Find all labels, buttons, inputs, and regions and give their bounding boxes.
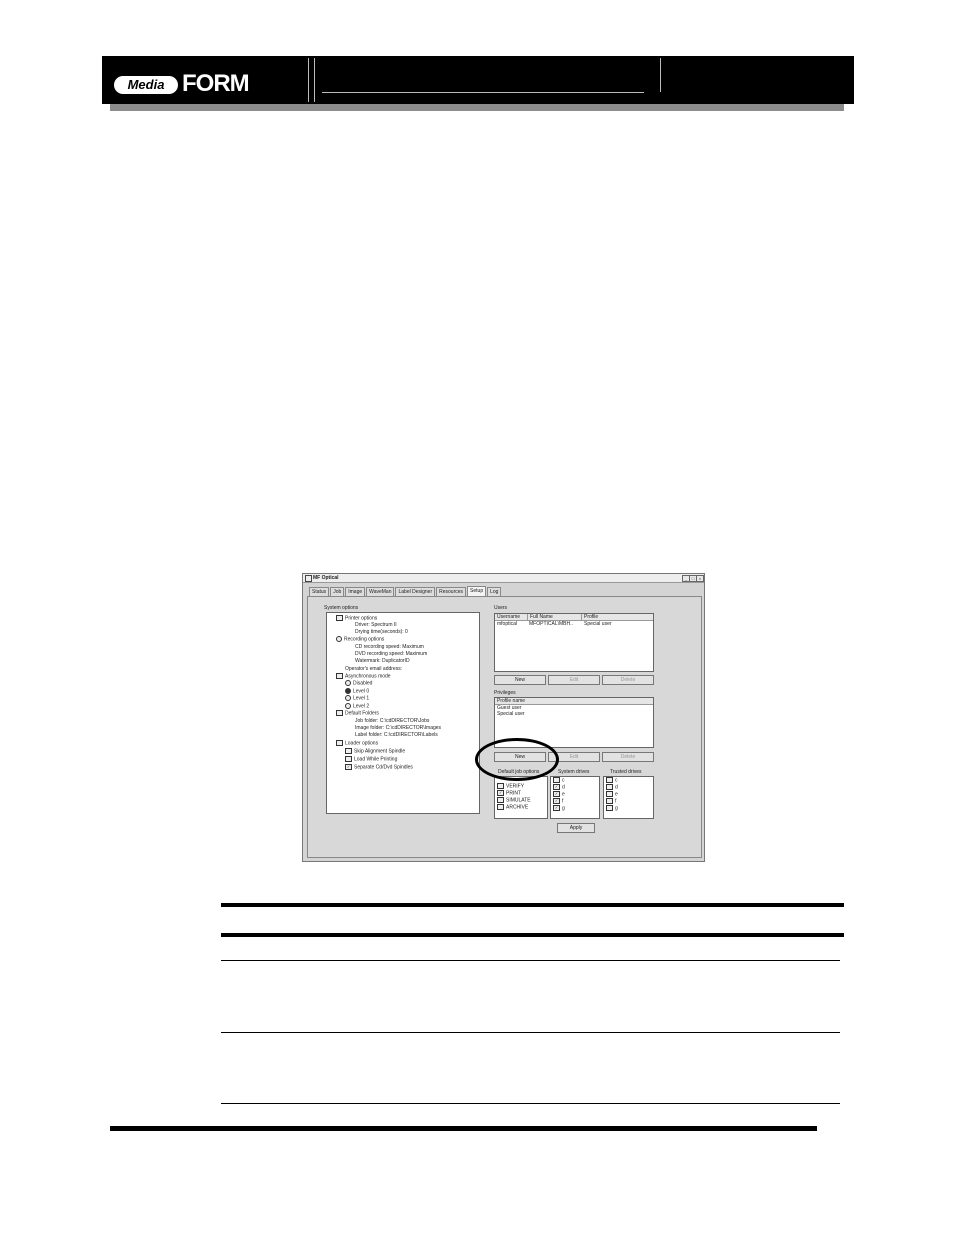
- tree-item-dvd-speed[interactable]: DVD recording speed: Maximum: [355, 651, 427, 657]
- mode-icon: [336, 673, 343, 679]
- disc-icon: [336, 636, 342, 642]
- tree-item-asynchronous-mode[interactable]: Asynchronous mode: [336, 673, 391, 679]
- users-edit-button[interactable]: Edit: [548, 675, 600, 685]
- system-options-tree[interactable]: Printer options Driver: Spectrum II Dryi…: [326, 612, 480, 814]
- user-profile[interactable]: Special user: [584, 621, 612, 627]
- tree-item-driver[interactable]: Driver: Spectrum II: [355, 622, 397, 628]
- user-full-name[interactable]: MFOPTICAL\MBH..: [529, 621, 573, 627]
- checkbox-icon: [345, 756, 352, 762]
- logo-media-text: Media: [114, 76, 178, 94]
- app-icon: [305, 575, 312, 582]
- tree-item-label-folder[interactable]: Label folder: C:\cdDIRECTOR\Labels: [355, 732, 438, 738]
- tree-item-image-folder[interactable]: Image folder: C:\cdDIRECTOR\Images: [355, 725, 441, 731]
- checkbox-icon: [606, 784, 613, 790]
- logo-form-text: FORM: [182, 70, 250, 97]
- checkbox-checked-icon: ✓: [553, 791, 560, 797]
- header-divider: [314, 58, 315, 102]
- printer-icon: [336, 615, 343, 621]
- checkbox-skip-alignment[interactable]: Skip Alignment Spindle: [345, 748, 405, 754]
- privilege-row[interactable]: Special user: [497, 711, 525, 717]
- privileges-label: Privileges: [494, 690, 516, 696]
- tree-item-operator-email[interactable]: Operator's email address:: [345, 666, 402, 672]
- radio-disabled[interactable]: Disabled: [345, 680, 372, 686]
- checkbox-icon: [606, 805, 613, 811]
- header-divider: [308, 58, 309, 102]
- close-button[interactable]: ×: [696, 575, 704, 582]
- table-row-rule: [221, 960, 840, 961]
- header-underline: [322, 92, 644, 93]
- window-title: MF Optical: [313, 575, 339, 581]
- radio-selected-icon: [345, 688, 351, 694]
- radio-icon: [345, 680, 351, 686]
- header-divider: [660, 58, 661, 92]
- table-header-rule: [221, 933, 844, 937]
- trusted-drives-label: Trusted drives: [610, 769, 642, 775]
- tree-item-watermark[interactable]: Watermark: DuplicatorID: [355, 658, 410, 664]
- setup-panel: System options Printer options Driver: S…: [307, 596, 702, 858]
- trusted-drives-box: c d e f g: [603, 776, 654, 819]
- checkbox-icon: [606, 777, 613, 783]
- checkbox-checked-icon: ✓: [553, 784, 560, 790]
- checkbox-checked-icon: ✓: [553, 805, 560, 811]
- radio-level-0[interactable]: Level 0: [345, 688, 369, 694]
- tree-item-loader-options[interactable]: Loader options: [336, 740, 378, 746]
- column-header-full-name[interactable]: Full Name: [528, 614, 582, 621]
- app-window-screenshot: MF Optical _ □ × Status Job Image WaveMa…: [302, 573, 705, 862]
- checkbox-checked-icon: ✓: [553, 798, 560, 804]
- tree-item-printer-options[interactable]: Printer options: [336, 615, 377, 621]
- folder-icon: [336, 710, 343, 716]
- radio-level-1[interactable]: Level 1: [345, 695, 369, 701]
- checkbox-icon: [606, 798, 613, 804]
- column-header-username[interactable]: Username: [495, 614, 528, 621]
- job-option-archive[interactable]: ARCHIVE: [497, 804, 528, 811]
- table-row-rule: [221, 1103, 840, 1104]
- checkbox-icon: [497, 797, 504, 803]
- users-new-button[interactable]: New: [494, 675, 546, 685]
- column-header-profile-name[interactable]: Profile name: [495, 698, 653, 705]
- trusted-drive-g[interactable]: g: [606, 805, 618, 812]
- default-job-options-box: VERIFY ✓ PRINT SIMULATE ARCHIVE: [494, 776, 548, 819]
- tree-item-cd-speed[interactable]: CD recording speed: Maximum: [355, 644, 424, 650]
- table-top-rule: [221, 903, 844, 907]
- checkbox-checked-icon: ✓: [497, 790, 504, 796]
- tree-item-job-folder[interactable]: Job folder: C:\cdDIRECTOR\Jobs: [355, 718, 429, 724]
- column-header-profile[interactable]: Profile: [582, 614, 653, 621]
- system-drive-g[interactable]: ✓ g: [553, 805, 565, 812]
- tree-item-drying-time[interactable]: Drying time(seconds): 0: [355, 629, 408, 635]
- checkbox-icon: [497, 804, 504, 810]
- window-titlebar: MF Optical _ □ ×: [303, 574, 704, 583]
- checkbox-icon: [606, 791, 613, 797]
- user-username[interactable]: mfoptical: [497, 621, 517, 627]
- highlight-ellipse: [475, 738, 559, 781]
- header-shadow: [110, 104, 844, 111]
- users-label: Users: [494, 605, 508, 611]
- checkbox-checked-icon: ✓: [345, 764, 352, 770]
- system-options-label: System options: [324, 605, 359, 611]
- radio-icon: [345, 703, 351, 709]
- footer-rule: [110, 1126, 817, 1131]
- checkbox-separate-spindles[interactable]: ✓ Separate Cd/Dvd Spindles: [345, 764, 413, 770]
- tree-item-recording-options[interactable]: Recording options: [336, 636, 384, 642]
- tree-item-default-folders[interactable]: Default Folders: [336, 710, 379, 716]
- checkbox-load-while-printing[interactable]: Load While Printing: [345, 756, 397, 762]
- checkbox-icon: [553, 777, 560, 783]
- loader-icon: [336, 740, 343, 746]
- radio-icon: [345, 695, 351, 701]
- radio-level-2[interactable]: Level 2: [345, 703, 369, 709]
- checkbox-icon: [497, 783, 504, 789]
- privileges-delete-button[interactable]: Delete: [602, 752, 654, 762]
- users-delete-button[interactable]: Delete: [602, 675, 654, 685]
- apply-button[interactable]: Apply: [557, 823, 595, 833]
- system-drives-label: System drives: [558, 769, 590, 775]
- table-row-rule: [221, 1032, 840, 1033]
- users-list[interactable]: Username Full Name Profile mfoptical MFO…: [494, 613, 654, 672]
- checkbox-icon: [345, 748, 352, 754]
- system-drives-box: c ✓ d ✓ e ✓ f ✓ g: [550, 776, 600, 819]
